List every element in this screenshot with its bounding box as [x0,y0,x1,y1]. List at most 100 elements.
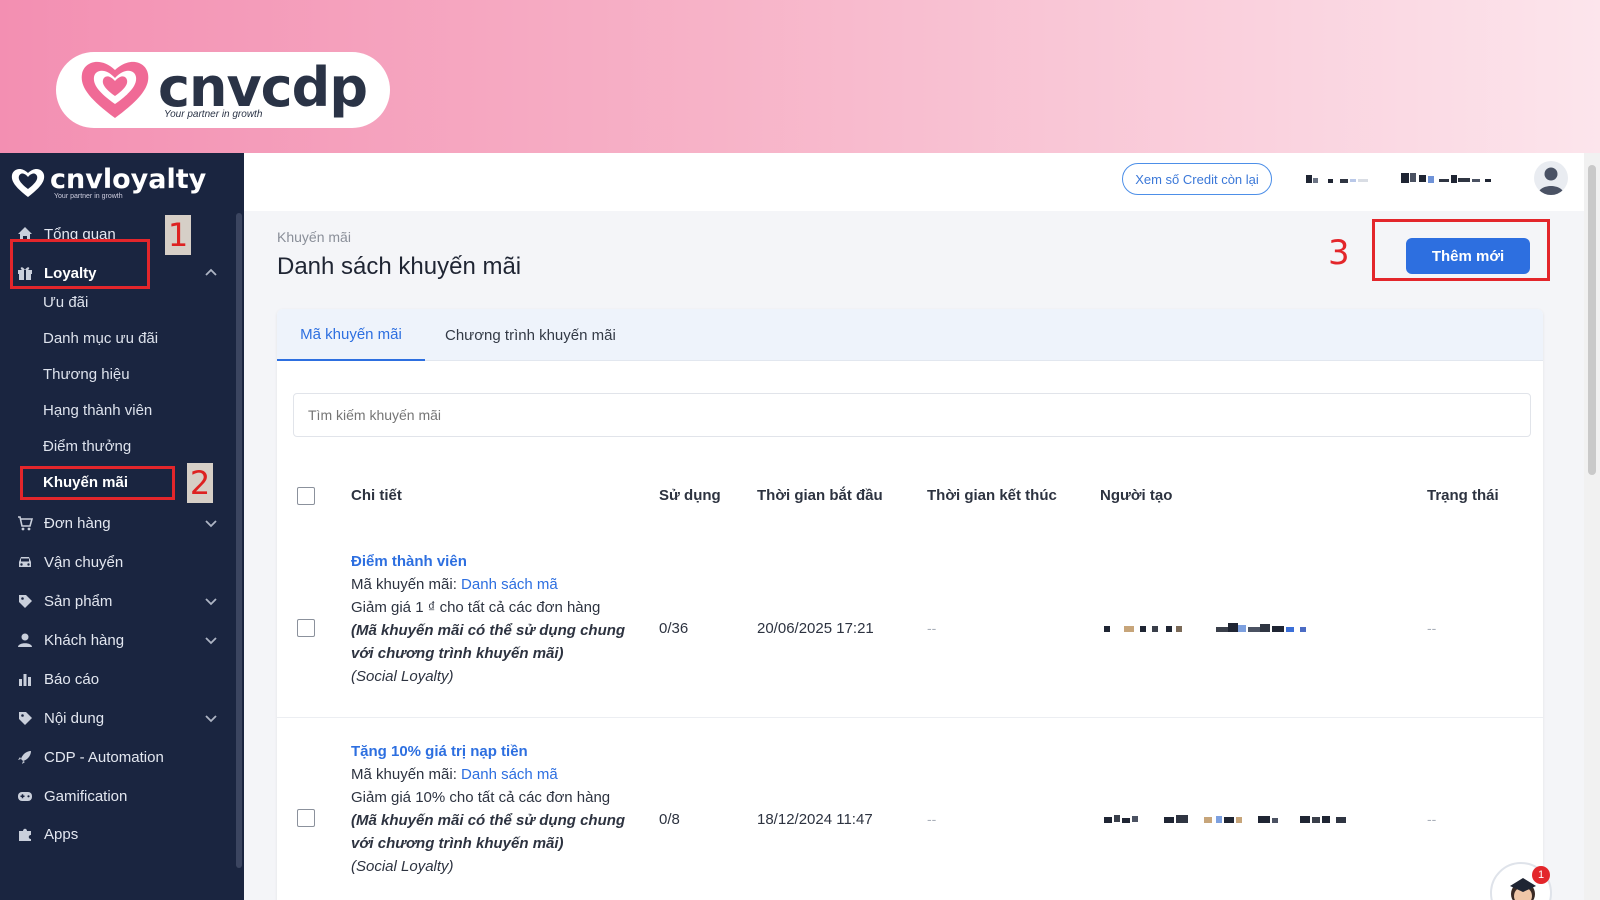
submenu-item-reward-points[interactable]: Điểm thưởng [43,431,131,461]
discount-text: Giảm giá 1 ₫ cho tất cả các đơn hàng [351,599,601,616]
code-list-link[interactable]: Danh sách mã [461,766,558,783]
status-text: -- [1427,620,1437,636]
sidebar-item-shipping[interactable]: Vận chuyển [0,545,234,579]
user-icon [16,631,34,649]
sidebar-item-customers[interactable]: Khách hàng [0,623,234,657]
sidebar-item-content[interactable]: Nội dung [0,701,234,735]
column-header-end-time[interactable]: Thời gian kết thúc [927,487,1057,504]
top-header: Xem số Credit còn lại [244,153,1584,211]
promo-name-link[interactable]: Điểm thành viên [351,550,631,573]
view-credit-button[interactable]: Xem số Credit còn lại [1122,163,1272,195]
sidebar-item-label: Đơn hàng [44,514,111,532]
code-list-link[interactable]: Danh sách mã [461,576,558,593]
code-label: Mã khuyến mãi: [351,576,462,593]
sidebar-item-label: Khách hàng [44,631,125,649]
submenu-item-offer-categories[interactable]: Danh mục ưu đãi [43,323,158,353]
redacted-user-name [1401,173,1491,183]
tab-promo-codes[interactable]: Mã khuyến mãi [277,309,425,361]
sidebar-logo[interactable]: cnvloyalty Your partner in growth [0,153,244,203]
column-header-status[interactable]: Trạng thái [1427,487,1499,504]
column-header-start-time[interactable]: Thời gian bắt đầu [757,487,883,504]
sidebar-item-label: Sản phẩm [44,592,113,610]
puzzle-icon [16,825,34,843]
user-icon [1538,167,1564,195]
chevron-down-icon [205,598,217,606]
chevron-up-icon [205,268,217,276]
usage-count: 0/8 [659,811,680,828]
select-all-checkbox[interactable] [297,487,315,505]
start-time: 18/12/2024 11:47 [757,811,873,828]
source-label: (Social Loyalty) [351,668,454,685]
promo-details: Điểm thành viên Mã khuyến mãi: Danh sách… [351,550,631,688]
start-time: 20/06/2025 17:21 [757,620,874,637]
redacted-creator [1104,623,1306,632]
sidebar-item-cdp-automation[interactable]: CDP - Automation [0,740,234,774]
step-marker-1: 1 [165,215,191,255]
sidebar-item-orders[interactable]: Đơn hàng [0,506,234,540]
highlight-box-loyalty [10,239,150,289]
sidebar-item-label: Nội dung [44,709,105,727]
sidebar-item-products[interactable]: Sản phẩm [0,584,234,618]
brand-logo: cnvcdp Your partner in growth [56,52,390,128]
bar-chart-icon [16,670,34,688]
highlight-box-promotions [20,466,175,500]
sidebar: cnvloyalty Your partner in growth Tổng q… [0,153,244,900]
main-content: Khuyến mãi Danh sách khuyến mãi 3 Thêm m… [244,211,1584,900]
heart-logo-icon [11,168,45,197]
sidebar-item-label: CDP - Automation [44,748,164,766]
tag-icon [16,709,34,727]
sidebar-scrollbar[interactable] [236,213,242,868]
sidebar-logo-name: cnvloyalty [50,163,207,195]
code-label: Mã khuyến mãi: [351,766,462,783]
page-title: Danh sách khuyến mãi [277,253,522,280]
page-scrollbar[interactable] [1584,153,1600,900]
notification-badge: 1 [1532,866,1550,884]
breadcrumb[interactable]: Khuyến mãi [277,229,351,245]
sidebar-item-label: Báo cáo [44,670,100,688]
tag-icon [16,592,34,610]
redacted-creator [1104,815,1346,823]
row-checkbox[interactable] [297,619,315,637]
tab-promo-programs[interactable]: Chương trình khuyến mãi [445,309,616,361]
column-header-details[interactable]: Chi tiết [351,487,402,504]
sidebar-item-label: Gamification [44,787,128,805]
row-checkbox[interactable] [297,809,315,827]
combinable-note: (Mã khuyến mãi có thể sử dụng chung với … [351,812,626,852]
end-time: -- [927,811,937,827]
column-header-usage[interactable]: Sử dụng [659,487,721,504]
chevron-down-icon [205,715,217,723]
search-input[interactable] [293,393,1531,437]
gamepad-icon [16,787,34,805]
promo-banner: cnvcdp Your partner in growth [0,0,1600,153]
brand-name: cnvcdp [158,55,368,119]
sidebar-item-gamification[interactable]: Gamification [0,779,234,813]
sidebar-item-label: Vận chuyển [44,553,124,571]
tab-bar: Mã khuyến mãi Chương trình khuyến mãi [277,309,1543,361]
scrollbar-thumb[interactable] [1588,165,1596,475]
combinable-note: (Mã khuyến mãi có thể sử dụng chung với … [351,622,626,662]
end-time: -- [927,620,937,636]
cart-icon [16,514,34,532]
sidebar-logo-tagline: Your partner in growth [54,192,123,200]
submenu-item-offers[interactable]: Ưu đãi [43,287,88,317]
promotion-list-card: Mã khuyến mãi Chương trình khuyến mãi Ch… [277,309,1543,900]
discount-text: Giảm giá 10% cho tất cả các đơn hàng [351,789,611,806]
submenu-item-brands[interactable]: Thương hiệu [43,359,130,389]
heart-logo-icon [81,61,149,118]
column-header-creator[interactable]: Người tạo [1100,487,1172,504]
submenu-item-membership-tiers[interactable]: Hạng thành viên [43,395,152,425]
sidebar-item-label: Apps [44,825,79,843]
rocket-icon [16,748,34,766]
brand-tagline: Your partner in growth [164,108,263,120]
sidebar-item-reports[interactable]: Báo cáo [0,662,234,696]
redacted-account-name [1306,175,1368,183]
sidebar-item-apps[interactable]: Apps [0,817,234,851]
add-new-button[interactable]: Thêm mới [1406,238,1530,274]
step-marker-3: 3 [1328,233,1350,273]
usage-count: 0/36 [659,620,689,637]
car-icon [16,553,34,571]
step-marker-2: 2 [187,463,213,503]
promo-name-link[interactable]: Tặng 10% giá trị nạp tiền [351,740,631,763]
source-label: (Social Loyalty) [351,858,454,875]
user-avatar[interactable] [1534,161,1568,195]
